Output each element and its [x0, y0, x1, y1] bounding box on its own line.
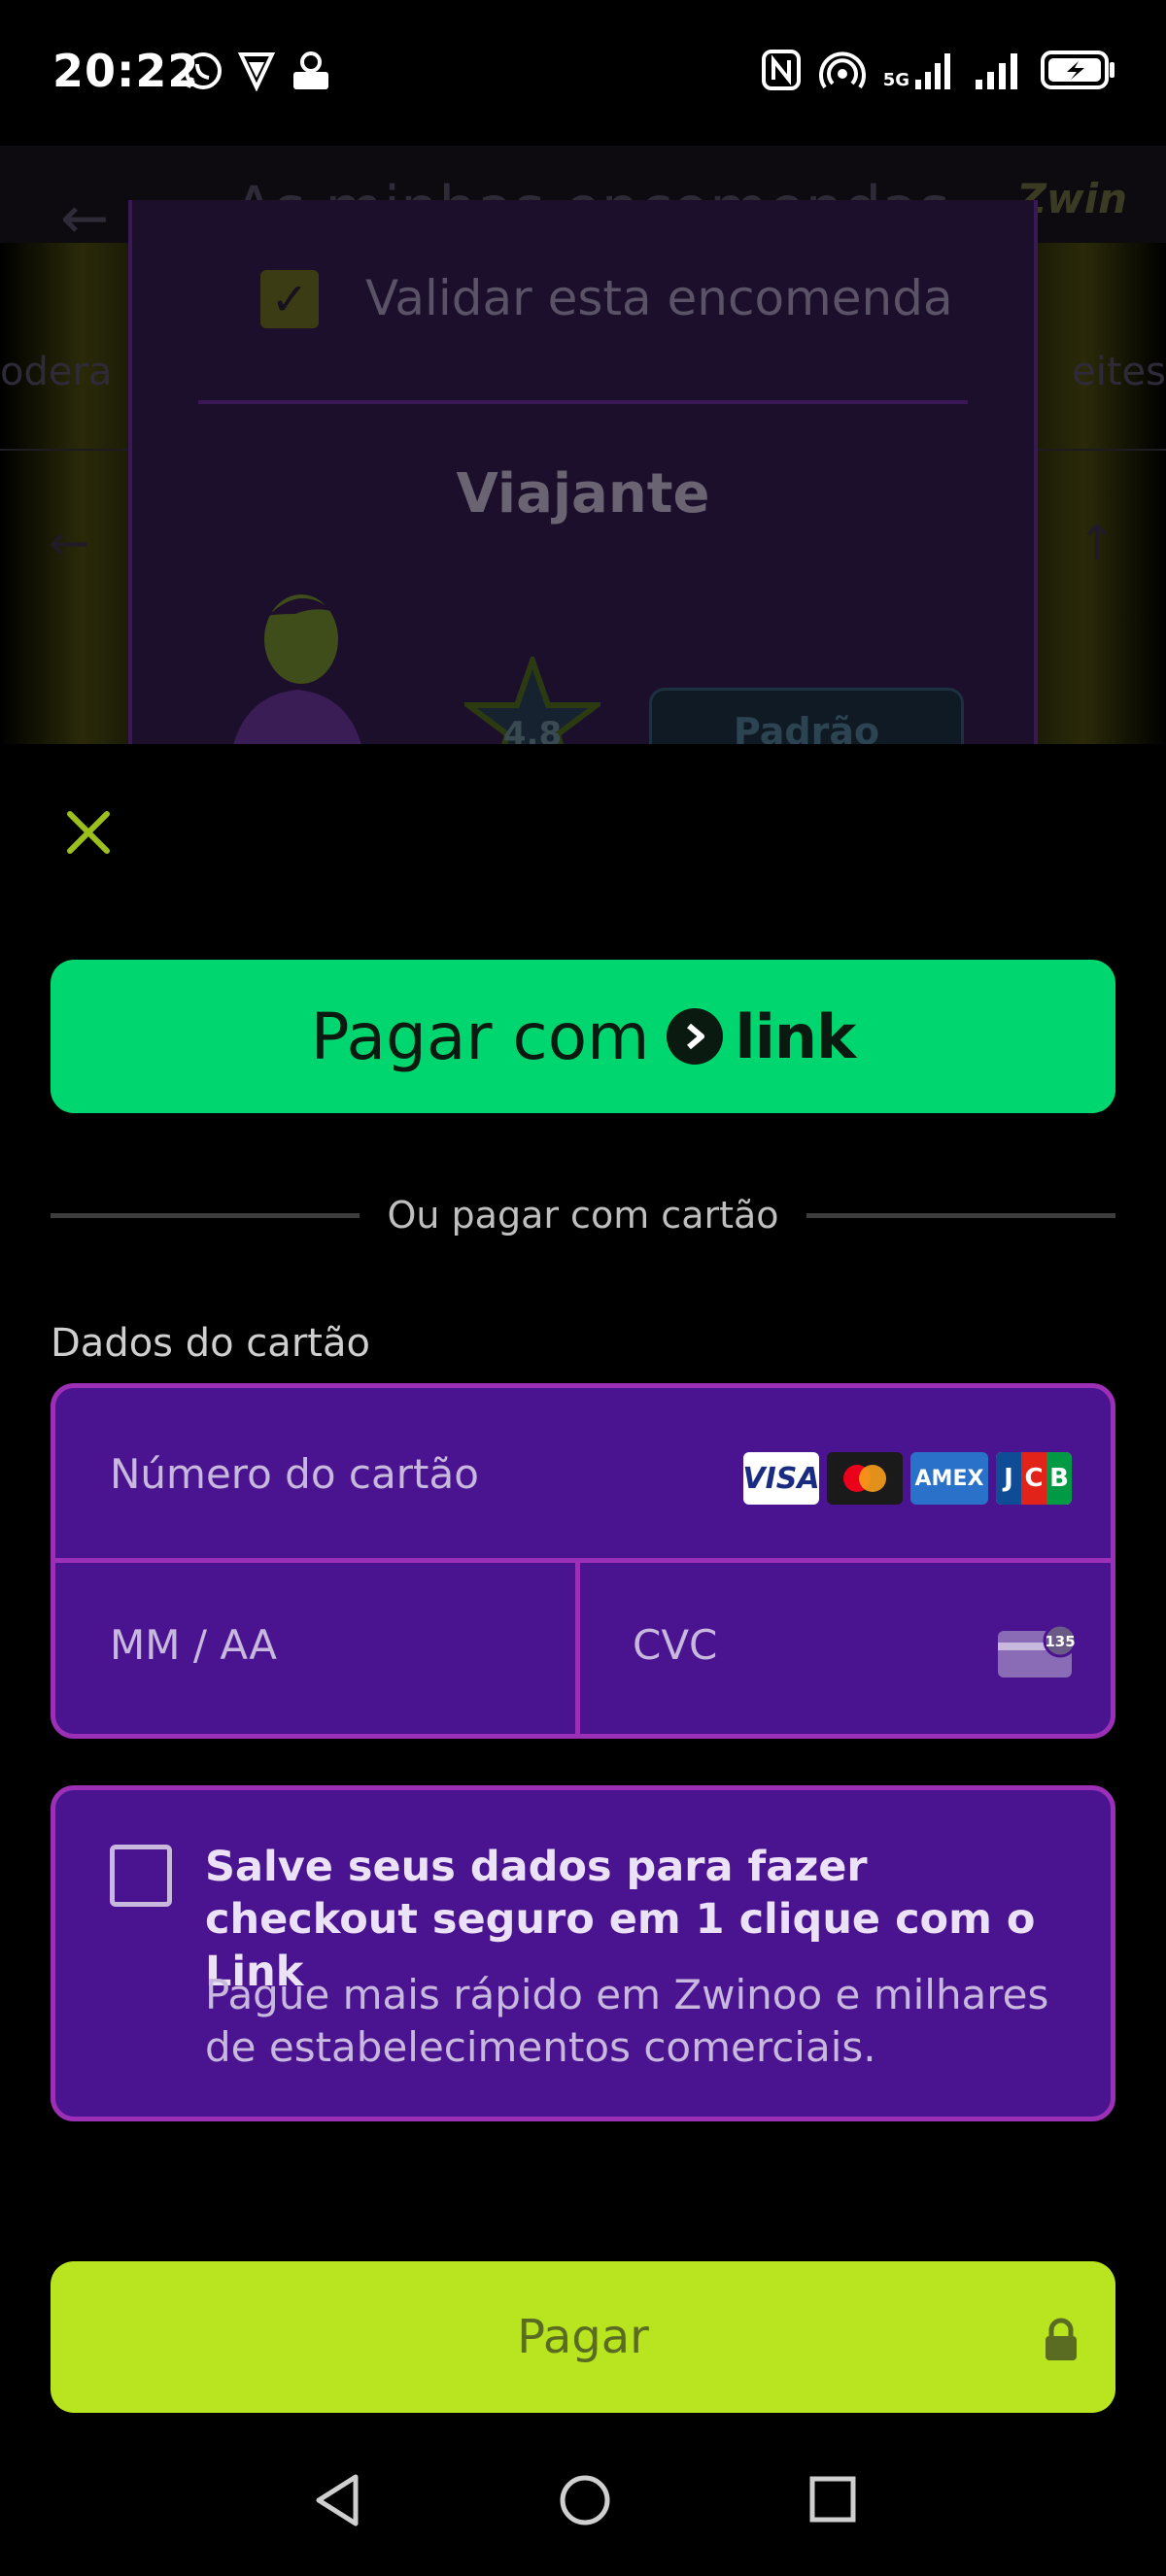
traveler-avatar-icon — [233, 594, 361, 744]
battery-charging-icon — [1041, 51, 1115, 89]
expiry-placeholder: MM / AA — [110, 1621, 277, 1669]
mobile-signal-5g-icon: 5G — [883, 51, 956, 89]
pay-with-link-button[interactable]: Pagar com link — [51, 960, 1115, 1113]
cvc-badge-text: 135 — [1045, 1633, 1075, 1650]
system-status-icons: 5G — [761, 49, 1117, 91]
background-back-arrow-icon: ← — [60, 185, 110, 253]
close-icon[interactable] — [62, 806, 115, 859]
status-bar: 20:22 5G — [0, 0, 1166, 146]
cvc-card-icon: 135 — [998, 1623, 1078, 1678]
shield-icon — [237, 52, 276, 91]
or-divider-text: Ou pagar com cartão — [387, 1194, 779, 1237]
app-notification-icon — [293, 51, 328, 89]
system-navigation-bar — [0, 2428, 1166, 2576]
hotspot-icon — [818, 51, 866, 89]
visa-icon: VISA — [742, 1452, 820, 1505]
nav-recent-apps-icon[interactable] — [808, 2475, 857, 2524]
nfc-icon — [761, 50, 801, 90]
background-glow-left — [0, 243, 136, 744]
background-tab-right: eites — [1072, 350, 1166, 394]
pay-with-link-label: Pagar com — [310, 999, 650, 1074]
background-order-dialog: ✓ Validar esta encomenda Viajante 4.8 Pa… — [128, 200, 1038, 744]
background-app-screen: ← As minhas encomendas Zwin odera eites … — [0, 146, 1166, 744]
network-type: 5G — [882, 70, 909, 90]
nav-back-icon[interactable] — [311, 2471, 361, 2529]
save-with-link-description: Pague mais rápido em Zwinoo e milhares d… — [205, 1971, 1049, 2071]
cvc-field[interactable]: CVC 135 — [580, 1563, 1111, 1734]
background-dialog-separator — [198, 400, 968, 404]
whatsapp-icon — [185, 52, 222, 89]
card-brand-icons: VISA AMEX J C B — [742, 1452, 1072, 1505]
background-standard-badge: Padrão — [649, 688, 964, 744]
link-logo: link — [667, 1000, 856, 1072]
or-divider-line-right — [806, 1212, 1116, 1218]
link-chevron-icon — [667, 1008, 724, 1065]
status-time: 20:22 — [52, 45, 200, 97]
expiry-date-field[interactable]: MM / AA — [55, 1563, 580, 1734]
save-with-link-checkbox[interactable] — [110, 1845, 172, 1907]
card-number-placeholder: Número do cartão — [110, 1450, 479, 1498]
nav-home-icon[interactable] — [558, 2471, 612, 2529]
background-validate-label: Validar esta encomenda — [365, 270, 953, 326]
background-tab-left: odera — [0, 350, 113, 394]
mastercard-icon — [827, 1452, 903, 1505]
cvc-placeholder: CVC — [633, 1621, 718, 1669]
background-next-arrow-icon: ↑ — [1077, 515, 1117, 571]
amex-icon: AMEX — [910, 1452, 988, 1505]
link-wordmark: link — [735, 1000, 856, 1072]
pay-button-label: Pagar — [517, 2310, 649, 2364]
card-details-label: Dados do cartão — [51, 1321, 370, 1366]
card-details-form: Número do cartão VISA AMEX J C B MM / AA… — [51, 1383, 1115, 1739]
background-glow-right — [1030, 243, 1166, 744]
background-role-title: Viajante — [456, 462, 710, 525]
pay-button[interactable]: Pagar — [51, 2261, 1115, 2413]
or-divider: Ou pagar com cartão — [51, 1191, 1116, 1239]
notification-icons — [183, 51, 332, 91]
background-rating-value: 4.8 — [502, 715, 563, 744]
save-with-link-box: Salve seus dados para fazer checkout seg… — [51, 1785, 1115, 2121]
lock-icon — [1046, 2318, 1077, 2360]
or-divider-line-left — [51, 1212, 360, 1218]
background-validate-checkbox: ✓ — [260, 270, 319, 328]
background-prev-arrow-icon: ← — [49, 515, 89, 571]
jcb-icon: J C B — [996, 1452, 1072, 1505]
card-number-field[interactable]: Número do cartão VISA AMEX J C B — [55, 1388, 1111, 1563]
signal-icon — [976, 53, 1017, 89]
